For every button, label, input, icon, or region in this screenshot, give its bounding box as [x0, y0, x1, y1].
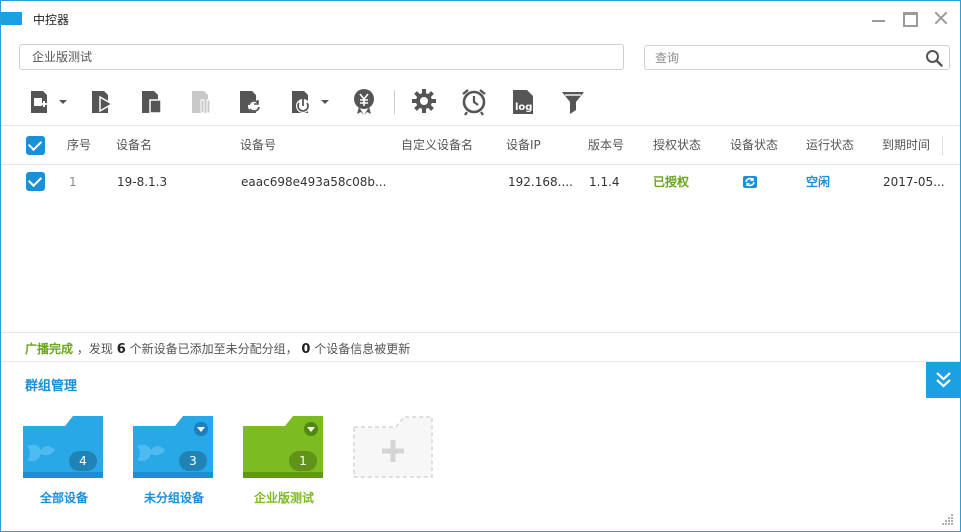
header-expire[interactable]: 到期时间: [882, 126, 930, 165]
refresh-button[interactable]: [239, 88, 265, 116]
group-count-badge: 4: [69, 451, 97, 471]
header-run-status[interactable]: 运行状态: [806, 126, 854, 165]
device-table-header: 序号 设备名 设备号 自定义设备名 设备IP 版本号 授权状态 设备状态 运行状…: [1, 125, 960, 165]
log-icon: log: [513, 90, 533, 114]
status-text-2: 个新设备已添加至未分配分组，: [129, 342, 298, 356]
filter-icon: [562, 92, 584, 114]
add-device-button[interactable]: [29, 88, 69, 116]
group-folder-ungrouped[interactable]: 3: [133, 416, 213, 478]
group-label-all[interactable]: 全部设备: [14, 489, 114, 506]
row-expire: 2017-05...: [883, 175, 945, 189]
toolbar: log: [1, 81, 960, 121]
settings-button[interactable]: [411, 88, 437, 116]
group-folder-enterprise[interactable]: 1: [243, 416, 323, 478]
filter-button[interactable]: [561, 88, 585, 116]
stop-device-icon: [142, 91, 162, 114]
header-device-ip[interactable]: 设备IP: [506, 126, 541, 165]
close-button[interactable]: [932, 9, 950, 27]
window-title: 中控器: [33, 13, 70, 27]
row-index: 1: [69, 175, 77, 189]
header-auth-status[interactable]: 授权状态: [653, 126, 701, 165]
collapse-panel-button[interactable]: [926, 362, 961, 398]
status-bar: 广播完成 ，发现 6 个新设备已添加至未分配分组， 0 个设备信息被更新: [1, 332, 960, 362]
row-version: 1.1.4: [589, 175, 620, 189]
app-logo-icon: [1, 12, 22, 25]
row-device-ip: 192.168....: [508, 175, 573, 189]
search-icon[interactable]: [925, 49, 943, 67]
pause-button[interactable]: [191, 88, 215, 116]
maximize-button[interactable]: [900, 9, 918, 27]
svg-text:log: log: [515, 102, 532, 113]
status-message: 广播完成 ，发现 6 个新设备已添加至未分配分组， 0 个设备信息被更新: [25, 340, 410, 357]
status-text-3: 个设备信息被更新: [314, 342, 411, 356]
add-device-icon: [31, 91, 67, 113]
header-device-id[interactable]: 设备号: [240, 126, 276, 165]
add-group-button[interactable]: [353, 416, 433, 478]
select-all-checkbox[interactable]: [26, 136, 45, 155]
group-folder-all[interactable]: 4: [23, 416, 103, 478]
alarm-button[interactable]: [461, 88, 487, 116]
broadcast-status: 广播完成: [25, 342, 74, 356]
group-management-title: 群组管理: [25, 379, 78, 394]
title-bar: 中控器: [1, 1, 960, 35]
license-badge-icon: [354, 89, 374, 115]
main-window: 中控器 企业版测试 查询 log 序号 设备名 设备号 自定义设备名 设备IP …: [0, 0, 961, 532]
minimize-button[interactable]: [869, 9, 887, 27]
log-button[interactable]: log: [511, 88, 537, 116]
stop-button[interactable]: [141, 88, 165, 116]
play-device-icon: [92, 91, 114, 113]
new-device-count: 6: [116, 342, 126, 357]
add-folder-icon: [353, 416, 433, 478]
group-count-badge: 3: [179, 451, 207, 471]
header-device-status[interactable]: 设备状态: [730, 126, 778, 165]
double-chevron-down-icon: [936, 372, 951, 388]
column-divider: [942, 136, 943, 156]
start-button[interactable]: [91, 88, 115, 116]
group-label-enterprise[interactable]: 企业版测试: [234, 489, 334, 506]
pause-device-icon: [192, 91, 211, 114]
power-button[interactable]: [291, 88, 333, 116]
search-box: [644, 45, 950, 70]
row-device-id: eaac698e493a58c08b...: [241, 175, 387, 189]
group-label-ungrouped[interactable]: 未分组设备: [124, 489, 224, 506]
header-device-name[interactable]: 设备名: [116, 126, 152, 165]
resize-grip-icon[interactable]: [942, 513, 954, 525]
table-row[interactable]: 1 19-8.1.3 eaac698e493a58c08b... 192.168…: [1, 166, 960, 198]
header-version[interactable]: 版本号: [588, 126, 624, 165]
status-text-1: ，发现: [76, 342, 113, 356]
search-input[interactable]: [645, 46, 915, 69]
power-icon: [292, 91, 329, 113]
row-device-name: 19-8.1.3: [117, 175, 168, 189]
row-checkbox[interactable]: [26, 172, 45, 191]
header-index[interactable]: 序号: [67, 126, 91, 165]
group-count-badge: 1: [289, 451, 317, 471]
header-custom-name[interactable]: 自定义设备名: [401, 126, 473, 165]
alarm-clock-icon: [462, 89, 486, 116]
gear-icon: [412, 89, 436, 113]
group-name-field[interactable]: 企业版测试: [19, 44, 624, 70]
license-button[interactable]: [353, 88, 377, 116]
toolbar-separator: [394, 90, 395, 114]
refresh-device-icon: [240, 91, 260, 113]
row-auth-status: 已授权: [653, 175, 690, 189]
row-run-status: 空闲: [806, 175, 831, 189]
sync-status-icon: [743, 176, 757, 188]
updated-device-count: 0: [301, 342, 311, 357]
